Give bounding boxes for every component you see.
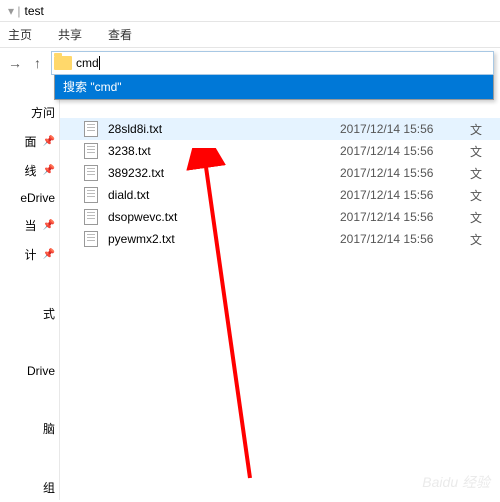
address-bar[interactable]: cmd: [51, 51, 494, 75]
file-icon: [84, 165, 98, 181]
main-area: 方问 面📌 线📌 eDrive 当📌 计📌 式 Drive 脑 组 28sld8…: [0, 78, 500, 500]
file-type: 文: [470, 143, 500, 160]
file-date: 2017/12/14 15:56: [340, 122, 470, 136]
file-date: 2017/12/14 15:56: [340, 210, 470, 224]
tab-view[interactable]: 查看: [104, 22, 136, 47]
sidebar-item[interactable]: 式: [0, 299, 59, 328]
file-icon: [84, 121, 98, 137]
file-type: 文: [470, 231, 500, 248]
file-icon: [84, 209, 98, 225]
file-row[interactable]: pyewmx2.txt 2017/12/14 15:56 文: [60, 228, 500, 250]
pin-icon: 📌: [43, 136, 55, 147]
sidebar-item[interactable]: 方问: [0, 98, 59, 127]
sidebar-item[interactable]: 当📌: [0, 211, 59, 240]
pin-icon: 📌: [43, 249, 55, 260]
tab-share[interactable]: 共享: [54, 22, 86, 47]
file-name: dsopwevc.txt: [108, 210, 340, 224]
file-type: 文: [470, 165, 500, 182]
file-type: 文: [470, 209, 500, 226]
sidebar-item[interactable]: 线📌: [0, 156, 59, 185]
pin-icon: 📌: [43, 165, 55, 176]
address-text: cmd: [76, 56, 99, 70]
file-type: 文: [470, 187, 500, 204]
file-name: 389232.txt: [108, 166, 340, 180]
file-name: pyewmx2.txt: [108, 232, 340, 246]
pin-icon: 📌: [43, 220, 55, 231]
file-list: 28sld8i.txt 2017/12/14 15:56 文 3238.txt …: [60, 78, 500, 500]
file-icon: [84, 143, 98, 159]
file-date: 2017/12/14 15:56: [340, 144, 470, 158]
file-name: 28sld8i.txt: [108, 122, 340, 136]
folder-icon: [54, 56, 72, 70]
file-date: 2017/12/14 15:56: [340, 166, 470, 180]
file-row[interactable]: 28sld8i.txt 2017/12/14 15:56 文: [60, 118, 500, 140]
file-row[interactable]: dsopwevc.txt 2017/12/14 15:56 文: [60, 206, 500, 228]
file-date: 2017/12/14 15:56: [340, 188, 470, 202]
file-row[interactable]: 389232.txt 2017/12/14 15:56 文: [60, 162, 500, 184]
sidebar: 方问 面📌 线📌 eDrive 当📌 计📌 式 Drive 脑 组: [0, 78, 60, 500]
sidebar-item[interactable]: 组: [0, 473, 59, 502]
back-button[interactable]: →: [6, 55, 24, 71]
title-bar: ▾ | test: [0, 0, 500, 22]
up-button[interactable]: ↑: [30, 55, 45, 71]
sidebar-item[interactable]: eDrive: [0, 185, 59, 211]
ribbon-tabs: 主页 共享 查看: [0, 22, 500, 48]
file-row[interactable]: diald.txt 2017/12/14 15:56 文: [60, 184, 500, 206]
file-name: diald.txt: [108, 188, 340, 202]
file-icon: [84, 231, 98, 247]
sidebar-item[interactable]: 面📌: [0, 127, 59, 156]
file-date: 2017/12/14 15:56: [340, 232, 470, 246]
sidebar-item[interactable]: 脑: [0, 414, 59, 443]
file-type: 文: [470, 121, 500, 138]
sidebar-item[interactable]: 计📌: [0, 240, 59, 269]
tab-home[interactable]: 主页: [4, 22, 36, 47]
text-cursor: [99, 56, 100, 70]
nav-bar: → ↑ cmd: [0, 48, 500, 78]
file-icon: [84, 187, 98, 203]
title-separator: ▾ |: [8, 4, 20, 18]
window-title: test: [24, 4, 43, 18]
sidebar-item[interactable]: Drive: [0, 358, 59, 384]
file-row[interactable]: 3238.txt 2017/12/14 15:56 文: [60, 140, 500, 162]
file-name: 3238.txt: [108, 144, 340, 158]
watermark: Baidu 经验: [422, 472, 490, 492]
